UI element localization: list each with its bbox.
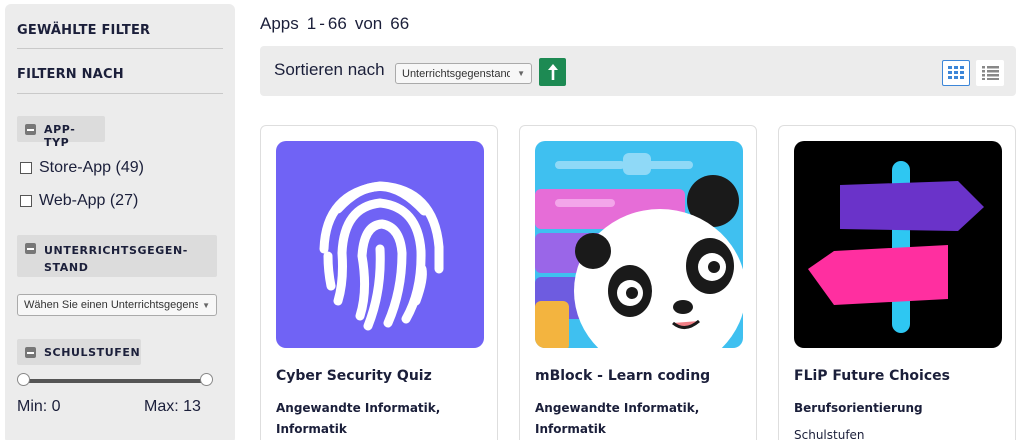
results-to: 66 [327,14,347,33]
divider [17,93,223,94]
app-subject: Berufsorientierung [794,401,923,415]
subject-select[interactable]: Wähen Sie einen Unterrichtsgegenstand ▼ [17,294,217,316]
results-count: Apps 1 - 66 von 66 [260,14,409,34]
results-range: 1 - 66 [307,14,347,34]
web-app-option[interactable]: Web-App (27) [20,192,138,210]
list-icon [981,66,999,80]
app-type-facet-toggle[interactable]: APP-TYP [17,116,105,149]
school-level-min-label: Min: 0 [17,398,61,415]
sort-toolbar: Sortieren nach Unterrichtsgegenstand ▼ [260,46,1016,96]
school-level-max-label: Max: 13 [144,398,201,415]
results-of: von [354,14,383,33]
fingerprint-app-icon[interactable] [276,141,484,348]
app-title[interactable]: mBlock - Learn coding [535,368,710,384]
signpost-app-icon[interactable] [794,141,1002,348]
store-app-checkbox[interactable] [20,162,32,174]
school-level-max-handle[interactable] [200,373,213,386]
list-view-button[interactable] [976,60,1004,86]
subject-facet-label: UNTERRICHTSGEGEN- STAND [44,242,188,276]
app-card[interactable]: mBlock - Learn coding Angewandte Informa… [519,125,757,440]
results-from: 1 [306,14,317,33]
app-type-facet-label: APP-TYP [44,123,76,149]
store-app-option[interactable]: Store-App (49) [20,159,144,177]
app-subject: Angewandte Informatik, Informatik [276,401,441,436]
app-school-levels: Schulstufen [794,428,865,440]
web-app-checkbox[interactable] [20,195,32,207]
store-app-label: Store-App (49) [39,159,144,176]
selected-filters-heading: GEWÄHLTE FILTER [17,23,151,38]
app-card[interactable]: Cyber Security Quiz Angewandte Informati… [260,125,498,440]
panda-app-icon[interactable] [535,141,743,348]
dropdown-arrow-icon: ▼ [202,300,210,310]
results-prefix: Apps [260,14,299,33]
sort-direction-button[interactable] [539,58,566,86]
subject-facet-label-line2: STAND [44,261,89,274]
arrow-up-icon [547,64,558,80]
subject-select-value: Wähen Sie einen Unterrichtsgegenstand [24,299,198,311]
web-app-label: Web-App (27) [39,192,139,209]
subject-facet-toggle[interactable]: UNTERRICHTSGEGEN- STAND [17,235,217,277]
filter-sidebar: GEWÄHLTE FILTER FILTERN NACH APP-TYP Sto… [5,4,235,440]
school-level-facet-label: SCHULSTUFEN [44,346,141,359]
collapse-icon [25,124,36,135]
collapse-icon [25,347,36,358]
app-title[interactable]: FLiP Future Choices [794,368,950,384]
sort-select-value: Unterrichtsgegenstand [402,67,510,80]
app-card[interactable]: FLiP Future Choices Berufsorientierung S… [778,125,1016,440]
app-subject: Angewandte Informatik, Informatik [535,401,700,436]
school-level-facet-toggle[interactable]: SCHULSTUFEN [17,339,141,365]
sort-label: Sortieren nach [274,60,385,79]
sort-select[interactable]: Unterrichtsgegenstand ▼ [395,63,532,84]
dropdown-arrow-icon: ▼ [517,69,525,78]
school-level-slider-track[interactable] [23,379,206,383]
divider [17,48,223,49]
grid-icon [948,66,964,79]
results-total: 66 [390,14,410,33]
results-separator: - [319,14,325,33]
grid-view-button[interactable] [942,60,970,86]
filter-by-heading: FILTERN NACH [17,67,124,82]
subject-facet-label-line1: UNTERRICHTSGEGEN- [44,244,188,257]
app-title[interactable]: Cyber Security Quiz [276,368,432,384]
collapse-icon [25,243,36,254]
school-level-min-handle[interactable] [17,373,30,386]
